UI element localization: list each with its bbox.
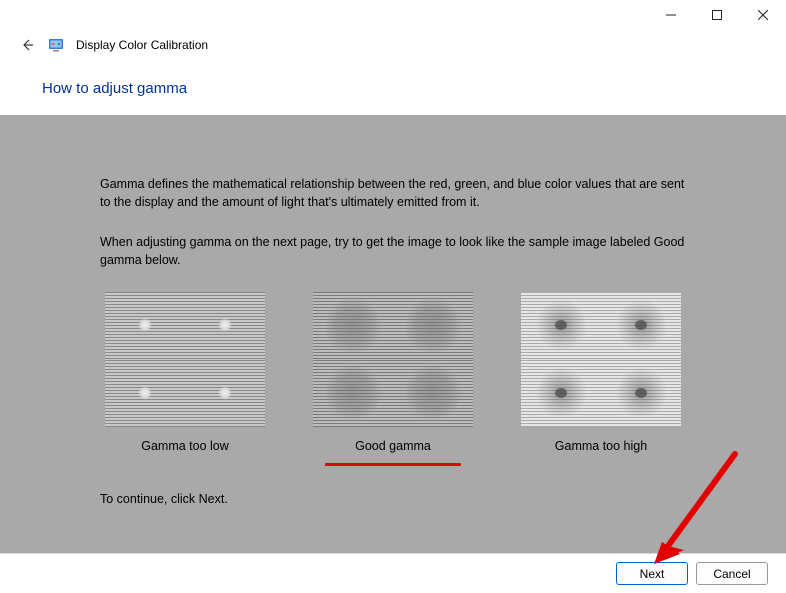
gamma-low-image xyxy=(105,292,265,427)
page-title: How to adjust gamma xyxy=(42,80,768,97)
close-button[interactable] xyxy=(740,0,786,30)
back-button[interactable] xyxy=(18,36,36,54)
footer: Next Cancel xyxy=(0,553,786,593)
gamma-high-label: Gamma too high xyxy=(521,437,681,455)
next-button[interactable]: Next xyxy=(616,562,688,585)
app-icon xyxy=(48,37,64,53)
window-controls xyxy=(648,0,786,30)
sample-gamma-low: Gamma too low xyxy=(105,292,265,455)
title-bar xyxy=(0,0,786,30)
gamma-low-label: Gamma too low xyxy=(105,437,265,455)
minimize-button[interactable] xyxy=(648,0,694,30)
sample-gamma-high: Gamma too high xyxy=(521,292,681,455)
gamma-high-image xyxy=(521,292,681,427)
description-paragraph-2: When adjusting gamma on the next page, t… xyxy=(100,233,686,269)
maximize-button[interactable] xyxy=(694,0,740,30)
app-title: Display Color Calibration xyxy=(76,38,208,52)
gamma-samples: Gamma too low Good gamma Gamma too high xyxy=(105,292,681,455)
gamma-good-label: Good gamma xyxy=(313,437,473,455)
continue-instruction: To continue, click Next. xyxy=(100,490,686,508)
gamma-good-image xyxy=(313,292,473,427)
header: Display Color Calibration How to adjust … xyxy=(0,30,786,115)
cancel-button[interactable]: Cancel xyxy=(696,562,768,585)
description-paragraph-1: Gamma defines the mathematical relations… xyxy=(100,175,686,211)
content-area: Gamma defines the mathematical relations… xyxy=(0,115,786,553)
sample-gamma-good: Good gamma xyxy=(313,292,473,455)
